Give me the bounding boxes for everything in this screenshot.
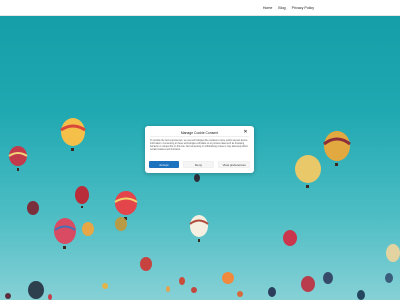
balloon xyxy=(237,291,243,297)
balloon xyxy=(189,215,209,242)
balloon xyxy=(323,131,351,166)
cookie-consent-dialog: Manage Cookie Consent ✕ To provide the b… xyxy=(145,126,254,173)
nav-item-privacy-policy[interactable]: Privacy Policy xyxy=(292,6,314,10)
cookie-consent-title: Manage Cookie Consent xyxy=(180,130,219,135)
balloon xyxy=(268,287,276,297)
balloon xyxy=(323,272,333,284)
balloon xyxy=(28,281,44,299)
nav-item-blog[interactable]: Blog xyxy=(278,6,285,10)
balloon xyxy=(114,191,138,220)
balloon xyxy=(48,294,52,300)
balloon xyxy=(8,146,28,171)
balloon xyxy=(82,222,94,236)
balloon xyxy=(295,155,321,188)
cookie-consent-header: Manage Cookie Consent ✕ xyxy=(150,129,249,137)
balloon xyxy=(140,257,152,271)
cookie-consent-buttons: Accept Deny View preferences xyxy=(149,161,251,168)
cookie-consent-text: To provide the best experiences, we use … xyxy=(150,140,248,152)
balloon xyxy=(385,273,393,283)
deny-button[interactable]: Deny xyxy=(182,161,215,168)
balloon xyxy=(115,217,127,231)
balloon xyxy=(194,174,200,182)
balloon xyxy=(191,287,197,293)
balloon xyxy=(166,286,170,292)
balloon xyxy=(222,272,234,284)
nav-item-home[interactable]: Home xyxy=(263,6,273,10)
main-nav: Home Blog Privacy Policy xyxy=(263,6,314,10)
site-header: Home Blog Privacy Policy xyxy=(0,0,400,16)
balloon xyxy=(179,277,185,285)
balloon xyxy=(60,118,86,151)
balloon xyxy=(54,218,76,249)
accept-button[interactable]: Accept xyxy=(149,161,179,168)
balloon xyxy=(5,293,11,299)
close-icon[interactable]: ✕ xyxy=(242,129,249,136)
balloon xyxy=(27,201,39,215)
balloon xyxy=(386,244,400,262)
view-preferences-button[interactable]: View preferences xyxy=(218,161,251,168)
balloon xyxy=(301,276,315,292)
balloon xyxy=(357,290,365,300)
balloon xyxy=(75,186,89,208)
balloon xyxy=(283,230,297,246)
balloon xyxy=(102,283,108,289)
